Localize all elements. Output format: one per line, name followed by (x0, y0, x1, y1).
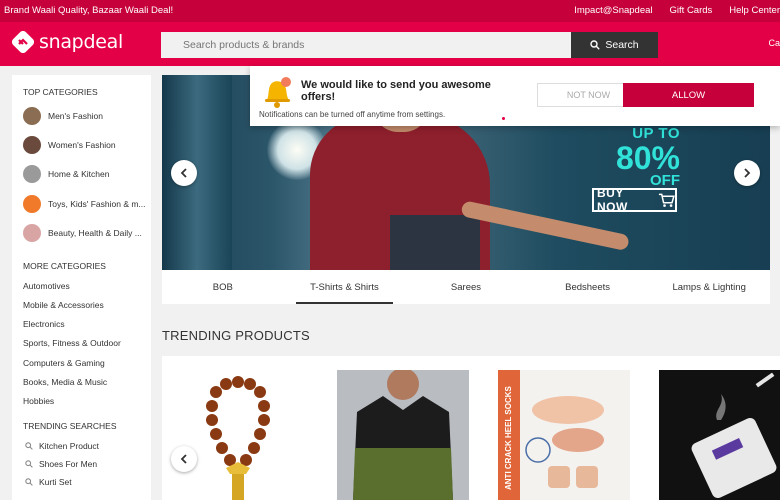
search-button-label: Search (605, 39, 639, 51)
product-image (659, 370, 780, 500)
buy-now-button[interactable]: BUY NOW (592, 186, 677, 214)
products-prev-button[interactable] (171, 446, 197, 472)
banner-offer-text: UP TO 80% OFF (600, 125, 680, 188)
notification-subtext: Notifications can be turned off anytime … (259, 110, 446, 119)
tab-bedsheets[interactable]: Bedsheets (527, 270, 649, 304)
product-image (337, 370, 469, 500)
header: snapdeal Search Ca (0, 22, 780, 66)
banner-next-button[interactable] (734, 160, 760, 186)
toys-thumbnail (23, 195, 41, 213)
sidebar-item-womens-fashion[interactable]: Women's Fashion (23, 134, 148, 156)
logo-text: snapdeal (39, 31, 123, 53)
trending-searches-title: TRENDING SEARCHES (23, 421, 117, 431)
trending-search-item[interactable]: Shoes For Men (25, 459, 97, 469)
category-label: Women's Fashion (48, 140, 116, 150)
beauty-thumbnail (23, 224, 41, 242)
product-card-rudraksha-mala[interactable] (174, 370, 306, 500)
cart-link[interactable]: Ca (768, 38, 780, 48)
tab-tshirts-shirts[interactable]: T-Shirts & Shirts (284, 270, 406, 304)
top-categories-title: TOP CATEGORIES (23, 87, 98, 97)
banner-prev-button[interactable] (171, 160, 197, 186)
trending-search-item[interactable]: Kurti Set (25, 477, 72, 487)
socks-package-text: ANTI CRACK HEEL SOCKS (504, 386, 513, 490)
search-icon (25, 460, 33, 468)
banner-model-jeans (390, 215, 480, 270)
sidebar-item-home-kitchen[interactable]: Home & Kitchen (23, 163, 148, 185)
bell-icon (265, 77, 291, 108)
category-label: Toys, Kids' Fashion & m... (48, 199, 146, 209)
category-label: Home & Kitchen (48, 169, 110, 179)
product-card-tshirt[interactable] (337, 370, 469, 500)
impact-link[interactable]: Impact@Snapdeal (574, 5, 652, 16)
trending-products-title: TRENDING PRODUCTS (162, 328, 310, 343)
notification-prompt: We would like to send you awesome offers… (250, 66, 780, 126)
notification-message: We would like to send you awesome offers… (301, 79, 491, 103)
sidebar-item-books-media[interactable]: Books, Media & Music (23, 377, 107, 387)
sidebar-item-computers-gaming[interactable]: Computers & Gaming (23, 358, 105, 368)
allow-button[interactable]: ALLOW (623, 83, 754, 107)
promo-tagline: Brand Waali Quality, Bazaar Waali Deal! (4, 5, 174, 16)
trending-search-label: Kurti Set (39, 477, 72, 487)
sidebar-item-electronics[interactable]: Electronics (23, 319, 65, 329)
chevron-left-icon (180, 168, 187, 178)
red-dot (502, 117, 505, 120)
search-button[interactable]: Search (571, 32, 658, 58)
product-image (174, 370, 306, 500)
search-input[interactable] (161, 32, 571, 58)
tab-sarees[interactable]: Sarees (405, 270, 527, 304)
sidebar-item-toys-kids[interactable]: Toys, Kids' Fashion & m... (23, 193, 148, 215)
chevron-right-icon (744, 168, 751, 178)
home-kitchen-thumbnail (23, 165, 41, 183)
product-card-lighter[interactable] (659, 370, 780, 500)
product-image (498, 370, 630, 500)
gift-cards-link[interactable]: Gift Cards (670, 5, 713, 16)
sidebar: TOP CATEGORIES Men's Fashion Women's Fas… (12, 75, 151, 500)
chevron-left-icon (180, 454, 187, 464)
mens-fashion-thumbnail (23, 107, 41, 125)
trending-search-item[interactable]: Kitchen Product (25, 441, 99, 451)
womens-fashion-thumbnail (23, 136, 41, 154)
banner-tabs: BOB T-Shirts & Shirts Sarees Bedsheets L… (162, 270, 770, 304)
top-links: Impact@Snapdeal Gift Cards Help Center (574, 5, 780, 16)
sidebar-item-beauty-health[interactable]: Beauty, Health & Daily ... (23, 222, 148, 244)
search-icon (590, 40, 601, 50)
product-card-heel-socks[interactable]: ANTI CRACK HEEL SOCKS (498, 370, 630, 500)
sidebar-item-mobile-accessories[interactable]: Mobile & Accessories (23, 300, 104, 310)
category-label: Men's Fashion (48, 111, 104, 121)
banner-percent: 80% (615, 140, 680, 176)
cart-icon (659, 193, 675, 207)
help-center-link[interactable]: Help Center (729, 5, 780, 16)
more-categories-title: MORE CATEGORIES (23, 261, 106, 271)
sidebar-item-hobbies[interactable]: Hobbies (23, 396, 54, 406)
snapdeal-logo[interactable]: snapdeal (12, 31, 123, 53)
trending-products-carousel: ANTI CRACK HEEL SOCKS (162, 356, 780, 500)
tab-bob[interactable]: BOB (162, 270, 284, 304)
tab-lamps-lighting[interactable]: Lamps & Lighting (648, 270, 770, 304)
sidebar-item-automotives[interactable]: Automotives (23, 281, 70, 291)
sidebar-item-sports[interactable]: Sports, Fitness & Outdoor (23, 338, 121, 348)
category-label: Beauty, Health & Daily ... (48, 228, 142, 238)
search-bar: Search (161, 32, 658, 58)
search-icon (25, 478, 33, 486)
sidebar-item-mens-fashion[interactable]: Men's Fashion (23, 105, 148, 127)
trending-search-label: Kitchen Product (39, 441, 100, 451)
trending-search-label: Shoes For Men (39, 459, 98, 469)
snapdeal-logo-icon (12, 31, 34, 53)
top-strip: Brand Waali Quality, Bazaar Waali Deal! … (0, 0, 780, 22)
buy-now-label: BUY NOW (597, 186, 628, 214)
search-icon (25, 442, 33, 450)
